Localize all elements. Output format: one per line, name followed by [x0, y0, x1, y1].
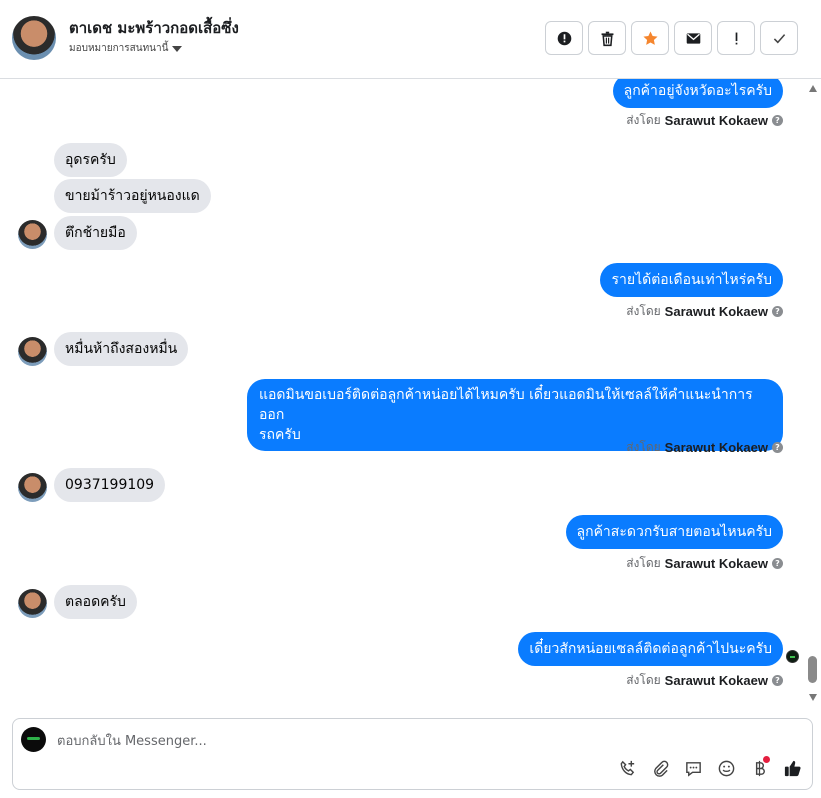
star-icon [642, 31, 658, 45]
sender-name: Sarawut Kokaew [664, 113, 768, 128]
incoming-message[interactable]: 0937199109 [54, 468, 166, 502]
sender-name: Sarawut Kokaew [664, 556, 768, 571]
sender-name: Sarawut Kokaew [664, 673, 768, 688]
conversation-header: ตาเดช มะพร้าวกอดเสื้อซึ่ง มอบหมายการสนทน… [0, 0, 821, 79]
follow-up-button[interactable] [717, 21, 755, 55]
scroll-up-arrow-icon[interactable] [809, 85, 817, 92]
contact-avatar-small[interactable] [18, 589, 47, 618]
question-icon[interactable]: ? [772, 442, 783, 453]
saved-replies-button[interactable] [682, 757, 705, 780]
attach-button[interactable] [649, 757, 672, 780]
call-button[interactable] [616, 757, 639, 780]
delete-button[interactable] [588, 21, 626, 55]
outgoing-message[interactable]: เดี๋ยวสักหน่อยเซลล์ติดต่อลูกค้าไปนะครับ [518, 632, 783, 666]
contact-avatar-small[interactable] [18, 337, 47, 366]
thumbs-up-icon [784, 760, 801, 777]
seen-indicator-avatar [786, 650, 799, 663]
scroll-down-arrow-icon[interactable] [809, 694, 817, 701]
envelope-icon [686, 32, 700, 44]
incoming-message[interactable]: ตึกช้ายมือ [54, 216, 137, 250]
outgoing-message[interactable]: ลูกค้าสะดวกรับสายตอนไหนครับ [565, 515, 783, 549]
thread-scrollbar[interactable] [806, 79, 821, 709]
reply-composer [12, 718, 813, 790]
contact-name[interactable]: ตาเดช มะพร้าวกอดเสื้อซึ่ง [69, 16, 239, 40]
scrollbar-thumb[interactable] [808, 656, 817, 683]
message-thread[interactable]: ลูกค้าอยู่จังหวัดอะไรครับ ส่งโดย Sarawut… [0, 79, 806, 709]
mark-done-button[interactable] [760, 21, 798, 55]
question-icon[interactable]: ? [772, 306, 783, 317]
outgoing-message[interactable]: รายได้ต่อเดือนเท่าไหร่ครับ [600, 263, 783, 297]
caret-down-icon [172, 45, 183, 52]
assign-conversation-dropdown[interactable]: มอบหมายการสนทนานี้ [69, 41, 183, 56]
incoming-message[interactable]: ตลอดครับ [54, 585, 137, 619]
incoming-message[interactable]: อุดรครับ [54, 143, 127, 177]
contact-avatar[interactable] [12, 16, 56, 60]
sent-by-label: ส่งโดย Sarawut Kokaew ? [626, 671, 783, 690]
notification-dot [763, 756, 770, 763]
sent-by-label: ส่งโดย Sarawut Kokaew ? [626, 111, 783, 130]
page-avatar [21, 727, 46, 752]
incoming-message[interactable]: หมื่นห้าถึงสองหมื่น [54, 332, 189, 366]
outgoing-message[interactable]: ลูกค้าอยู่จังหวัดอะไรครับ [612, 79, 783, 108]
sent-by-label: ส่งโดย Sarawut Kokaew ? [626, 438, 783, 457]
question-icon[interactable]: ? [772, 675, 783, 686]
assign-label: มอบหมายการสนทนานี้ [69, 43, 169, 54]
trash-icon [601, 31, 613, 46]
sender-name: Sarawut Kokaew [664, 440, 768, 455]
header-actions [545, 21, 798, 55]
payment-button[interactable] [748, 756, 771, 780]
sent-by-label: ส่งโดย Sarawut Kokaew ? [626, 554, 783, 573]
sent-by-label: ส่งโดย Sarawut Kokaew ? [626, 302, 783, 321]
question-icon[interactable]: ? [772, 558, 783, 569]
star-button[interactable] [631, 21, 669, 55]
exclamation-icon [735, 32, 737, 44]
composer-toolbar [616, 756, 804, 780]
question-icon[interactable]: ? [772, 115, 783, 126]
check-icon [773, 33, 785, 43]
contact-avatar-small[interactable] [18, 220, 47, 249]
mark-spam-button[interactable] [545, 21, 583, 55]
paperclip-icon [654, 760, 669, 777]
alert-circle-icon [557, 31, 571, 45]
phone-plus-icon [620, 760, 635, 776]
like-button[interactable] [781, 757, 804, 780]
incoming-message[interactable]: ขายม้าร้าวอยู่หนองแด [54, 179, 211, 213]
emoji-button[interactable] [715, 757, 738, 780]
saved-reply-icon [686, 762, 701, 777]
reply-input[interactable] [57, 731, 657, 751]
contact-avatar-small[interactable] [18, 473, 47, 502]
sender-name: Sarawut Kokaew [664, 304, 768, 319]
emoji-icon [718, 760, 735, 777]
mark-unread-button[interactable] [674, 21, 712, 55]
